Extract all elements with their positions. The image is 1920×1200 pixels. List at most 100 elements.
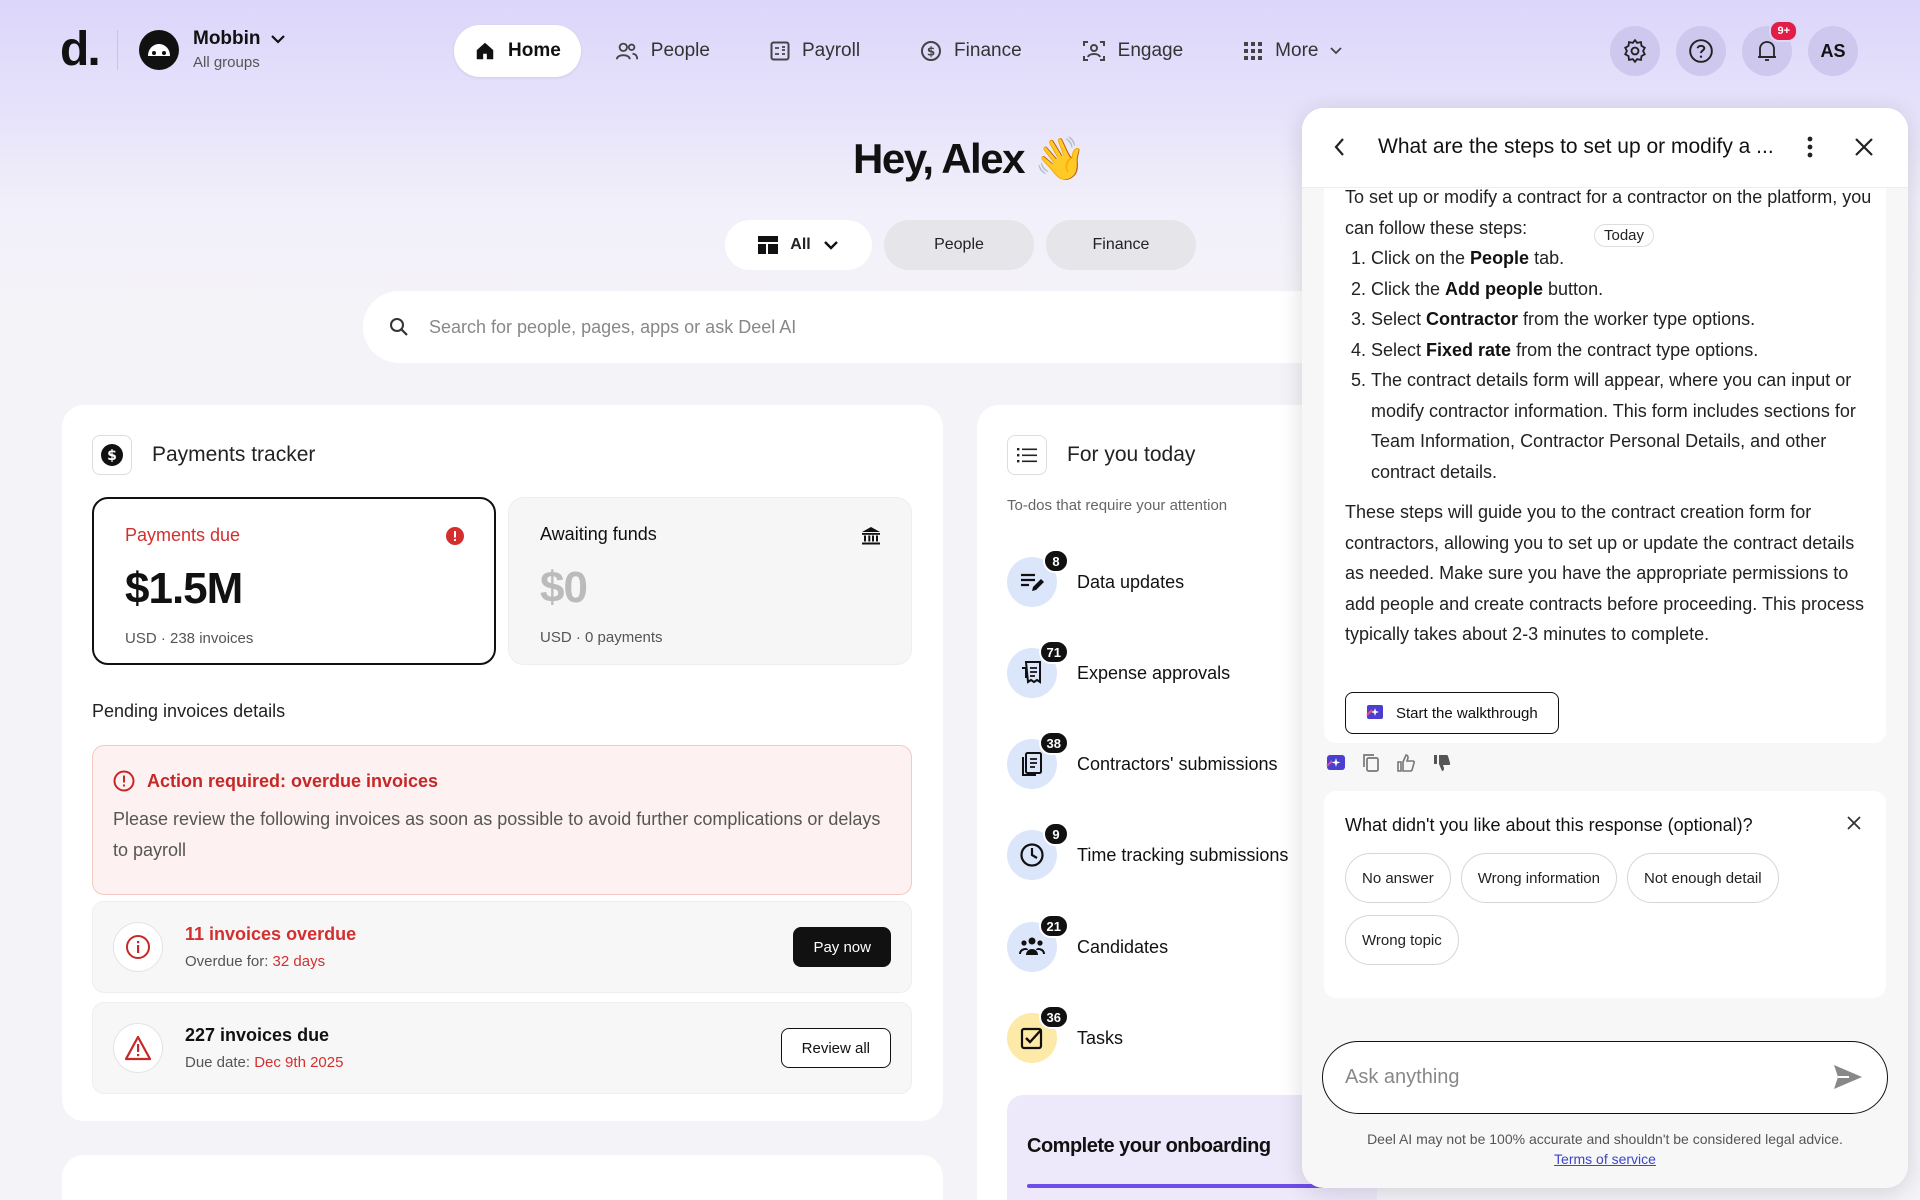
deel-ai-icon <box>1326 755 1345 770</box>
start-walkthrough-button[interactable]: Start the walkthrough <box>1345 692 1559 734</box>
copy-icon[interactable] <box>1362 753 1380 773</box>
terms-of-service-link[interactable]: Terms of service <box>1302 1149 1908 1169</box>
due-invoices-row: 227 invoices due Due date: Dec 9th 2025 … <box>92 1002 912 1094</box>
svg-text:$: $ <box>107 448 117 464</box>
close-icon[interactable] <box>1846 815 1862 831</box>
alert-circle-icon <box>113 770 135 792</box>
candidates-icon: 21 <box>1007 914 1069 972</box>
chevron-left-icon[interactable] <box>1332 136 1346 158</box>
todo-contractor-submissions[interactable]: 38 Contractors' submissions <box>1007 731 1278 789</box>
todo-label: Contractors' submissions <box>1077 753 1278 774</box>
todo-count-badge: 8 <box>1043 549 1069 573</box>
ai-chat-header: What are the steps to set up or modify a… <box>1302 108 1908 188</box>
feedback-option-no-answer[interactable]: No answer <box>1345 853 1451 903</box>
todo-count-badge: 21 <box>1038 914 1069 938</box>
ai-response-actions <box>1326 753 1452 773</box>
send-icon[interactable] <box>1833 1064 1863 1090</box>
awaiting-funds-amount: $0 <box>540 563 588 612</box>
todo-count-badge: 9 <box>1043 822 1069 846</box>
ai-disclaimer: Deel AI may not be 100% accurate and sho… <box>1302 1129 1908 1169</box>
walkthrough-icon <box>1366 705 1383 719</box>
ai-step: Select Contractor from the worker type o… <box>1371 304 1875 335</box>
checkbox-icon: 36 <box>1007 1005 1069 1063</box>
more-vertical-icon[interactable] <box>1806 135 1814 159</box>
for-you-today-subtitle: To-dos that require your attention <box>1007 497 1228 514</box>
pay-now-button[interactable]: Pay now <box>793 927 891 967</box>
close-icon[interactable] <box>1853 136 1875 158</box>
bank-icon <box>862 527 880 545</box>
nav-payroll-label: Payroll <box>801 40 861 61</box>
todo-data-updates[interactable]: 8 Data updates <box>1007 549 1184 607</box>
for-you-today-header: For you today <box>1007 435 1195 475</box>
filter-people[interactable]: People <box>884 220 1034 270</box>
dashboard-icon <box>758 236 779 254</box>
help-button[interactable] <box>1676 26 1726 76</box>
due-invoices-title: 227 invoices due <box>185 1025 330 1045</box>
todo-label: Time tracking submissions <box>1077 844 1289 865</box>
filter-bar: All People Finance <box>725 220 1196 270</box>
nav-people-label: People <box>650 40 710 61</box>
todo-time-tracking[interactable]: 9 Time tracking submissions <box>1007 822 1289 880</box>
greeting-heading: Hey, Alex 👋 <box>853 135 1086 182</box>
secondary-card <box>62 1155 943 1200</box>
overdue-invoices-row: 11 invoices overdue Overdue for: 32 days… <box>92 901 912 993</box>
settings-button[interactable] <box>1610 26 1660 76</box>
nav-divider <box>117 30 118 70</box>
help-icon <box>1689 39 1713 63</box>
payments-tracker-header: $ Payments tracker <box>92 435 315 475</box>
user-avatar[interactable]: AS <box>1808 26 1858 76</box>
dollar-icon: $ <box>921 41 942 61</box>
todo-candidates[interactable]: 21 Candidates <box>1007 914 1168 972</box>
thumbs-down-icon[interactable] <box>1432 753 1452 773</box>
ai-step: Select Fixed rate from the contract type… <box>1371 335 1875 366</box>
thumbs-up-icon[interactable] <box>1396 753 1416 773</box>
org-switcher[interactable]: Mobbin All groups <box>139 28 285 71</box>
nav-home[interactable]: Home <box>454 25 581 77</box>
nav-engage-label: Engage <box>1117 40 1184 61</box>
ai-step: Click on the People tab. <box>1371 243 1875 274</box>
search-icon <box>390 318 408 336</box>
ask-input[interactable] <box>1345 1066 1815 1089</box>
payments-due-sub: USD · 238 invoices <box>125 630 254 647</box>
chevron-down-icon <box>270 34 285 44</box>
feedback-option-wrong-information[interactable]: Wrong information <box>1460 853 1617 903</box>
search-input[interactable] <box>429 316 1129 338</box>
payments-icon: $ <box>92 435 132 475</box>
review-all-button[interactable]: Review all <box>780 1028 891 1068</box>
overdue-invoices-title: 11 invoices overdue <box>185 924 357 944</box>
global-search <box>363 291 1363 363</box>
deel-logo[interactable]: d. <box>60 22 101 77</box>
filter-finance[interactable]: Finance <box>1046 220 1196 270</box>
for-you-today-title: For you today <box>1067 443 1196 466</box>
filter-all-dropdown[interactable]: All <box>725 220 872 270</box>
ask-input-container <box>1322 1041 1888 1114</box>
payments-due-label: Payments due <box>125 525 241 545</box>
payments-due-tile[interactable]: Payments due $1.5M USD · 238 invoices <box>92 497 496 665</box>
feedback-option-wrong-topic[interactable]: Wrong topic <box>1345 915 1459 965</box>
ai-disclaimer-text: Deel AI may not be 100% accurate and sho… <box>1367 1131 1843 1147</box>
pending-invoices-title: Pending invoices details <box>92 701 286 721</box>
nav-engage[interactable]: Engage <box>1056 25 1210 77</box>
todo-tasks[interactable]: 36 Tasks <box>1007 1005 1123 1063</box>
edit-list-icon: 8 <box>1007 549 1069 607</box>
todo-count-badge: 71 <box>1038 640 1069 664</box>
awaiting-funds-tile[interactable]: Awaiting funds $0 USD · 0 payments <box>508 497 912 665</box>
feedback-options: No answer Wrong information Not enough d… <box>1345 853 1865 965</box>
overdue-alert: Action required: overdue invoices Please… <box>92 745 912 895</box>
warning-triangle-icon <box>113 1023 163 1073</box>
ai-steps-list: Click on the People tab. Click the Add p… <box>1345 243 1875 487</box>
feedback-option-not-enough-detail[interactable]: Not enough detail <box>1626 853 1779 903</box>
org-subtitle: All groups <box>193 54 260 71</box>
overdue-alert-body: Please review the following invoices as … <box>113 809 881 860</box>
notification-count-badge: 9+ <box>1769 20 1798 42</box>
nav-more[interactable]: More <box>1217 25 1368 77</box>
date-separator: Today <box>1594 224 1655 247</box>
nav-finance[interactable]: $ Finance <box>894 25 1048 77</box>
todo-expense-approvals[interactable]: 71 Expense approvals <box>1007 640 1230 698</box>
nav-payroll[interactable]: Payroll <box>744 25 886 77</box>
ai-chat-title: What are the steps to set up or modify a… <box>1378 135 1774 158</box>
ai-response-message: To set up or modify a contract for a con… <box>1324 188 1886 743</box>
nav-people[interactable]: People <box>589 25 736 77</box>
document-icon: 38 <box>1007 731 1069 789</box>
notifications-button[interactable]: 9+ <box>1742 20 1798 76</box>
